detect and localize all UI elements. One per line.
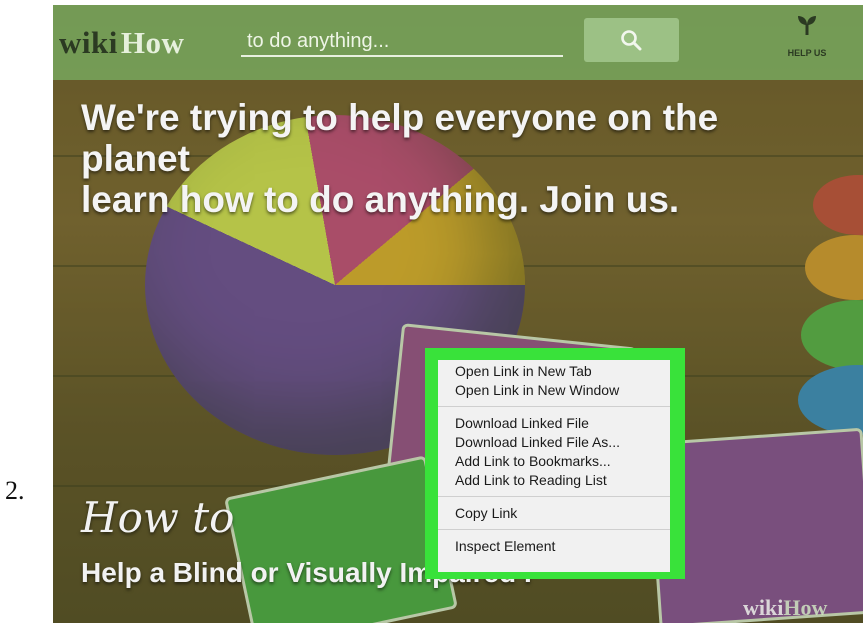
screenshot-frame: wikiHow HELP US We're trying to help eve…	[53, 5, 863, 623]
wikihow-logo[interactable]: wikiHow	[59, 25, 184, 61]
hero-line: planet	[81, 138, 190, 179]
menu-item-open-new-window[interactable]: Open Link in New Window	[438, 381, 670, 400]
search-icon	[621, 30, 642, 51]
hero-headline: We're trying to help everyone on the pla…	[81, 97, 841, 220]
menu-item-inspect-element[interactable]: Inspect Element	[438, 537, 670, 556]
menu-separator	[438, 529, 670, 530]
watermark-wiki: wiki	[743, 595, 784, 620]
menu-separator	[438, 406, 670, 407]
site-header: wikiHow HELP US	[53, 5, 863, 80]
watermark-how: How	[783, 595, 828, 620]
menu-item-download-linked-file[interactable]: Download Linked File	[438, 414, 670, 433]
context-menu: Open Link in New Tab Open Link in New Wi…	[438, 360, 670, 572]
logo-how: How	[120, 25, 185, 60]
step-number: 2.	[5, 476, 25, 505]
menu-item-copy-link[interactable]: Copy Link	[438, 504, 670, 523]
how-to-label: How to	[81, 493, 235, 542]
search-button[interactable]	[584, 18, 679, 62]
help-us-label: HELP US	[787, 48, 827, 58]
search-input[interactable]	[241, 27, 563, 57]
help-us-button[interactable]: HELP US	[775, 11, 839, 73]
menu-item-add-to-reading-list[interactable]: Add Link to Reading List	[438, 471, 670, 490]
wikihow-watermark: wikiHow	[743, 595, 827, 621]
menu-item-add-to-bookmarks[interactable]: Add Link to Bookmarks...	[438, 452, 670, 471]
hero-line: We're trying to help everyone on the	[81, 97, 719, 138]
menu-separator	[438, 496, 670, 497]
sprout-icon	[798, 16, 816, 35]
menu-item-open-new-tab[interactable]: Open Link in New Tab	[438, 362, 670, 381]
menu-item-download-linked-file-as[interactable]: Download Linked File As...	[438, 433, 670, 452]
logo-wiki: wiki	[59, 25, 118, 60]
hero-line: learn how to do anything. Join us.	[81, 179, 680, 220]
